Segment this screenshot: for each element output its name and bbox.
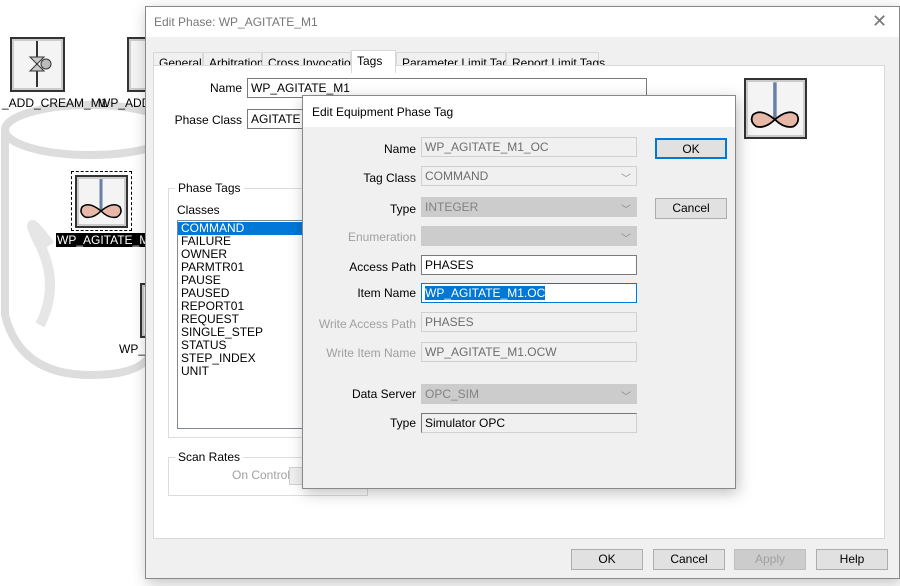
type-label: Type [389, 202, 416, 216]
cancel-button[interactable]: Cancel [655, 198, 727, 219]
scan-rates-label: Scan Rates [175, 450, 244, 464]
tab-tags[interactable]: Tags [351, 50, 396, 73]
canvas-label: WP_ADD [99, 96, 151, 110]
type-value: INTEGER [425, 200, 479, 214]
dialog-title: Edit Equipment Phase Tag [312, 105, 454, 119]
canvas-label: _ADD_CREAM_M1 [2, 96, 108, 110]
name-input[interactable]: WP_AGITATE_M1_OC [421, 137, 637, 157]
server-type-label: Type [389, 416, 416, 430]
edit-tag-dialog: Edit Equipment Phase Tag Name WP_AGITATE… [302, 95, 736, 489]
classes-label: Classes [177, 203, 220, 217]
help-button[interactable]: Help [816, 549, 888, 570]
enumeration-select[interactable]: ﹀ [421, 226, 637, 246]
data-server-value: OPC_SIM [425, 387, 480, 401]
cancel-button[interactable]: Cancel [653, 549, 725, 570]
write-item-name-input[interactable]: WP_AGITATE_M1.OCW [421, 342, 637, 362]
agitator-icon[interactable] [75, 175, 128, 228]
server-type-input: Simulator OPC [421, 413, 637, 433]
chevron-down-icon: ﹀ [621, 205, 631, 216]
item-name-input[interactable]: WP_AGITATE_M1.OC [421, 283, 637, 303]
access-path-input[interactable]: PHASES [421, 255, 637, 275]
write-item-name-label: Write Item Name [326, 346, 416, 360]
type-select[interactable]: INTEGER ﹀ [421, 197, 637, 217]
canvas-label-selected: WP_AGITATE_M1 [56, 233, 157, 247]
ok-button[interactable]: OK [571, 549, 643, 570]
item-name-label: Item Name [357, 286, 416, 300]
data-server-select[interactable]: OPC_SIM ﹀ [421, 384, 637, 404]
tag-class-label: Tag Class [363, 171, 416, 185]
on-control-label: On Control [232, 468, 291, 482]
chevron-down-icon: ﹀ [621, 392, 631, 403]
write-access-path-label: Write Access Path [318, 317, 416, 331]
title-bar: Edit Equipment Phase Tag [303, 96, 735, 127]
name-label: Name [383, 142, 416, 156]
valve-icon[interactable] [10, 37, 65, 92]
enumeration-label: Enumeration [347, 230, 416, 244]
access-path-label: Access Path [349, 260, 416, 274]
title-bar: Edit Phase: WP_AGITATE_M1 ✕ [146, 7, 899, 37]
name-label: Name [209, 81, 242, 95]
ok-button[interactable]: OK [655, 138, 727, 159]
chevron-down-icon: ﹀ [621, 174, 631, 185]
tag-class-value: COMMAND [425, 169, 489, 183]
apply-button[interactable]: Apply [734, 549, 806, 570]
data-server-label: Data Server [351, 387, 416, 401]
agitator-icon [744, 78, 807, 139]
dialog-title: Edit Phase: WP_AGITATE_M1 [154, 15, 318, 29]
phase-tags-label: Phase Tags [175, 181, 244, 195]
tag-class-select[interactable]: COMMAND ﹀ [421, 166, 637, 186]
canvas-label: WP_ [119, 342, 146, 356]
phase-class-label: Phase Class [174, 113, 242, 127]
close-icon[interactable]: ✕ [872, 11, 887, 32]
write-access-path-input[interactable]: PHASES [421, 312, 637, 332]
chevron-down-icon: ﹀ [621, 234, 631, 245]
item-name-value: WP_AGITATE_M1.OC [425, 286, 546, 300]
